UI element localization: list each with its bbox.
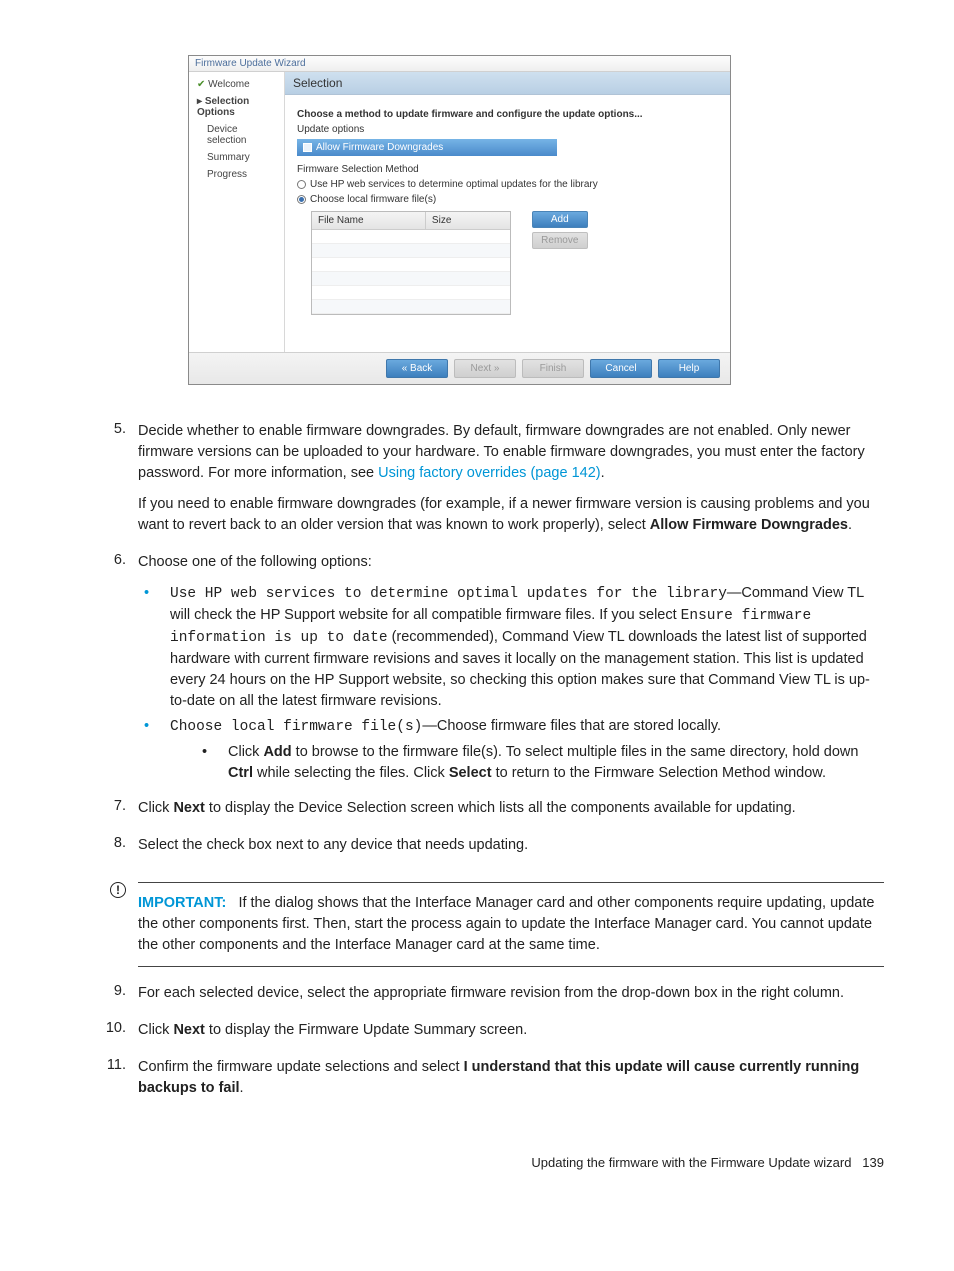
step-number: 5. [90, 421, 138, 546]
text-bold: Select [449, 765, 492, 781]
text: Click [138, 1022, 173, 1038]
col-size: Size [426, 212, 510, 229]
radio-local-label: Choose local firmware file(s) [310, 194, 436, 205]
step-number: 10. [90, 1020, 138, 1051]
sidebar-device-selection[interactable]: Device selection [189, 121, 284, 149]
step-number: 7. [90, 798, 138, 829]
wizard-footer: « Back Next » Finish Cancel Help [189, 352, 730, 384]
step-number: 6. [90, 552, 138, 792]
step-number: 9. [90, 983, 138, 1014]
table-row[interactable] [312, 244, 510, 258]
col-filename: File Name [312, 212, 426, 229]
footer-text: Updating the firmware with the Firmware … [531, 1155, 851, 1170]
link-factory-overrides[interactable]: Using factory overrides (page 142) [378, 465, 600, 481]
list-item: 6. Choose one of the following options: … [90, 552, 884, 792]
text-bold: Next [173, 1022, 204, 1038]
sidebar-selection-options[interactable]: Selection Options [189, 93, 284, 121]
list-item: 10. Click Next to display the Firmware U… [90, 1020, 884, 1051]
radio-icon[interactable] [297, 180, 306, 189]
next-button[interactable]: Next » [454, 359, 516, 378]
cancel-button[interactable]: Cancel [590, 359, 652, 378]
important-note: ! IMPORTANT: If the dialog shows that th… [90, 882, 884, 967]
update-options-label: Update options [297, 124, 718, 135]
text: For each selected device, select the app… [138, 983, 884, 1004]
radio-web-label: Use HP web services to determine optimal… [310, 179, 598, 190]
text: —Choose firmware files that are stored l… [422, 718, 721, 734]
sub-bullet-item: Click Add to browse to the firmware file… [196, 742, 884, 784]
bullet-item: Use HP web services to determine optimal… [138, 583, 884, 712]
text: Choose one of the following options: [138, 552, 884, 573]
document-body: 5. Decide whether to enable firmware dow… [0, 421, 954, 1109]
help-button[interactable]: Help [658, 359, 720, 378]
bullet-item: Choose local firmware file(s)—Choose fir… [138, 716, 884, 788]
back-button[interactable]: « Back [386, 359, 448, 378]
text: to display the Firmware Update Summary s… [205, 1022, 527, 1038]
text: to browse to the firmware file(s). To se… [292, 744, 859, 760]
radio-icon[interactable] [297, 195, 306, 204]
finish-button[interactable]: Finish [522, 359, 584, 378]
add-button[interactable]: Add [532, 211, 588, 228]
text: Click [138, 800, 173, 816]
code-text: Choose local firmware file(s) [170, 719, 422, 735]
list-item: 5. Decide whether to enable firmware dow… [90, 421, 884, 546]
text: Confirm the firmware update selections a… [138, 1059, 464, 1075]
dialog-title: Firmware Update Wizard [189, 56, 730, 72]
firmware-update-wizard-dialog: Firmware Update Wizard Welcome Selection… [188, 55, 731, 385]
checkbox-icon[interactable] [303, 143, 312, 152]
wizard-sidebar: Welcome Selection Options Device selecti… [189, 72, 285, 352]
text: . [601, 465, 605, 481]
allow-downgrades-label: Allow Firmware Downgrades [316, 142, 443, 153]
list-item: 8. Select the check box next to any devi… [90, 835, 884, 866]
step-number: 8. [90, 835, 138, 866]
text: to return to the Firmware Selection Meth… [492, 765, 826, 781]
list-item: 7. Click Next to display the Device Sele… [90, 798, 884, 829]
panel-title: Selection [285, 72, 730, 95]
instruction-text: Choose a method to update firmware and c… [297, 109, 718, 120]
list-item: 9. For each selected device, select the … [90, 983, 884, 1014]
radio-web-services[interactable]: Use HP web services to determine optimal… [297, 179, 718, 190]
text-bold: Next [173, 800, 204, 816]
text: Click [228, 744, 263, 760]
sidebar-summary[interactable]: Summary [189, 149, 284, 166]
radio-local-files[interactable]: Choose local firmware file(s) [297, 194, 718, 205]
list-item: 11. Confirm the firmware update selectio… [90, 1057, 884, 1109]
code-text: Use HP web services to determine optimal… [170, 586, 727, 602]
table-row[interactable] [312, 286, 510, 300]
allow-downgrades-option[interactable]: Allow Firmware Downgrades [297, 139, 557, 156]
table-row[interactable] [312, 230, 510, 244]
important-label: IMPORTANT: [138, 895, 226, 911]
table-row[interactable] [312, 300, 510, 314]
text: to display the Device Selection screen w… [205, 800, 796, 816]
wizard-screenshot: Firmware Update Wizard Welcome Selection… [0, 0, 954, 415]
text-bold: Ctrl [228, 765, 253, 781]
sidebar-progress[interactable]: Progress [189, 166, 284, 183]
important-icon: ! [90, 882, 138, 967]
page-footer: Updating the firmware with the Firmware … [0, 1115, 954, 1170]
firmware-selection-label: Firmware Selection Method [297, 164, 718, 175]
remove-button[interactable]: Remove [532, 232, 588, 249]
text: while selecting the files. Click [253, 765, 449, 781]
sidebar-welcome[interactable]: Welcome [189, 76, 284, 93]
page-number: 139 [862, 1155, 884, 1170]
text: . [848, 517, 852, 533]
text-bold: Allow Firmware Downgrades [650, 517, 848, 533]
text: If the dialog shows that the Interface M… [138, 895, 874, 953]
file-table: File Name Size [311, 211, 511, 315]
text-bold: Add [263, 744, 291, 760]
text: Select the check box next to any device … [138, 835, 884, 856]
step-number: 11. [90, 1057, 138, 1109]
table-row[interactable] [312, 258, 510, 272]
text: . [240, 1080, 244, 1096]
table-row[interactable] [312, 272, 510, 286]
